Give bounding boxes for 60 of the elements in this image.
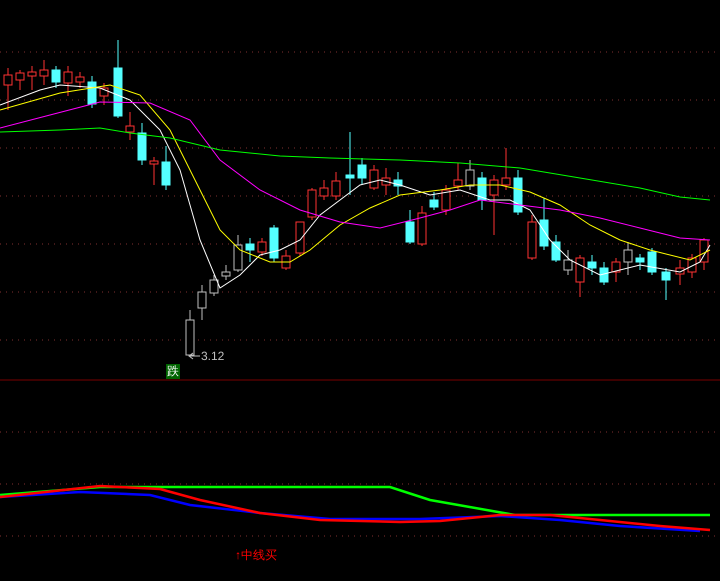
- candlestick: [126, 112, 134, 140]
- candlestick: [28, 66, 36, 90]
- candlestick: [600, 262, 608, 286]
- candlestick: [442, 184, 450, 216]
- candlestick: [64, 66, 72, 96]
- candlestick: [502, 148, 510, 190]
- candlestick: [588, 254, 596, 276]
- candlestick: [406, 210, 414, 244]
- candlestick: [162, 146, 170, 190]
- candlestick: [222, 264, 230, 280]
- candlestick: [138, 122, 146, 166]
- candlestick: [418, 206, 426, 246]
- candlestick: [430, 192, 438, 210]
- candlestick: [478, 172, 486, 210]
- signal-badge: 跌: [166, 364, 180, 379]
- candlestick: [246, 238, 254, 262]
- candlestick: [258, 238, 266, 256]
- candlestick: [514, 170, 522, 216]
- candlestick: [198, 284, 206, 320]
- candlestick: [688, 254, 696, 278]
- low-price-label: 3.12: [201, 349, 224, 363]
- candlestick: [16, 70, 24, 90]
- signal-label: ↑中线买: [235, 548, 277, 562]
- candlestick: [636, 254, 644, 270]
- candlestick: [282, 250, 290, 270]
- candlestick: [76, 72, 84, 88]
- candlestick: [564, 250, 572, 276]
- candlestick: [332, 172, 340, 200]
- candlestick: [370, 164, 378, 190]
- candlestick: [150, 156, 158, 186]
- candlestick: [40, 60, 48, 86]
- candlestick: [700, 238, 708, 270]
- candlestick: [454, 162, 462, 190]
- candlestick: [528, 214, 536, 260]
- candlestick: [88, 76, 96, 108]
- candlestick: [624, 242, 632, 276]
- candlestick: [358, 158, 366, 186]
- candlestick: [100, 82, 108, 106]
- candlestick: [648, 248, 656, 276]
- candlestick: [234, 234, 242, 272]
- arrow-icon: [188, 352, 200, 360]
- candlestick: [308, 188, 316, 220]
- candlestick: [186, 310, 194, 356]
- candlestick: [540, 198, 548, 250]
- candlestick: [576, 254, 584, 298]
- candlestick: [346, 132, 354, 196]
- candlestick: [676, 260, 684, 286]
- candlestick: [4, 68, 12, 110]
- candlestick: [662, 268, 670, 300]
- candlestick: [394, 172, 402, 196]
- candlestick: [270, 224, 278, 262]
- candlestick: [490, 174, 498, 236]
- candlestick: [296, 222, 304, 256]
- candlestick: [320, 180, 328, 200]
- candlestick: [210, 274, 218, 296]
- candlestick: [52, 66, 60, 88]
- candlestick: [612, 258, 620, 282]
- candlestick: [466, 160, 474, 190]
- candlestick: [552, 234, 560, 262]
- candlestick: [382, 168, 390, 196]
